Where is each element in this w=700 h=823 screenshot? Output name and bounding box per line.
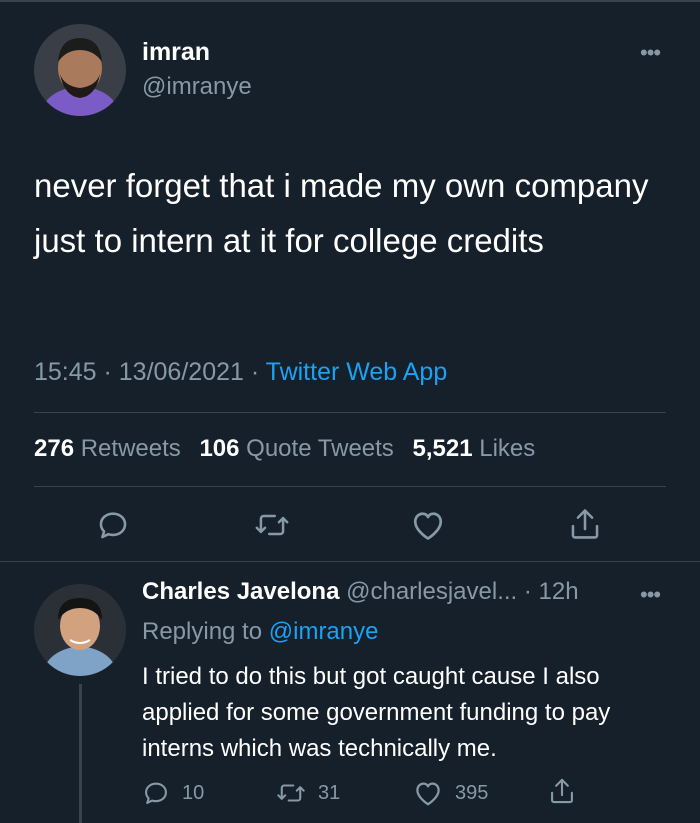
retweets-stat[interactable]: 276 Retweets (34, 435, 181, 462)
heart-icon[interactable] (410, 508, 446, 542)
reply-retweet-count: 31 (318, 781, 341, 804)
reply-retweet-button[interactable]: 31 (276, 779, 340, 807)
tweet-stats: 276 Retweets 106 Quote Tweets 5,521 Like… (34, 435, 547, 463)
replying-mention[interactable]: @imranye (269, 618, 379, 645)
divider (34, 412, 666, 413)
retweet-icon (277, 784, 305, 802)
retweets-label: Retweets (80, 435, 181, 462)
likes-stat[interactable]: 5,521 Likes (412, 435, 535, 462)
section-divider (0, 561, 700, 562)
likes-count: 5,521 (412, 435, 473, 462)
quotes-stat[interactable]: 106 Quote Tweets (199, 435, 393, 462)
tweet-timestamp[interactable]: 15:45 · 13/06/2021 · (34, 358, 259, 386)
reply-icon (145, 782, 167, 804)
quotes-count: 106 (199, 435, 240, 462)
reply-reply-button[interactable]: 10 (142, 779, 204, 807)
reply-age[interactable]: · 12h (524, 578, 579, 605)
reply-like-count: 395 (455, 781, 489, 804)
top-divider (0, 0, 700, 2)
reply-header: Charles Javelona @charlesjavel... · 12h (142, 578, 579, 606)
share-icon (551, 778, 573, 804)
heart-icon (416, 782, 440, 806)
retweets-count: 276 (34, 435, 75, 462)
avatar-charles[interactable] (34, 584, 126, 676)
author-name[interactable]: imran (142, 38, 210, 67)
quotes-label: Quote Tweets (246, 435, 394, 462)
replying-prefix: Replying to (142, 618, 263, 645)
replying-to: Replying to @imranye (142, 618, 378, 646)
reply-reply-count: 10 (182, 781, 205, 804)
reply-more-options-icon[interactable]: ••• (640, 584, 661, 606)
tweet-text: never forget that i made my own company … (34, 167, 649, 259)
thread-line (79, 684, 82, 823)
tweet-source[interactable]: Twitter Web App (266, 358, 448, 386)
avatar-imran[interactable] (34, 24, 126, 116)
author-handle[interactable]: @imranye (142, 73, 252, 101)
reply-author-name[interactable]: Charles Javelona (142, 578, 339, 605)
reply-like-button[interactable]: 395 (413, 779, 488, 807)
reply-text: I tried to do this but got caught cause … (142, 663, 611, 762)
divider (34, 486, 666, 487)
reply-icon[interactable] (96, 508, 130, 542)
retweet-icon[interactable] (254, 508, 290, 542)
reply-share-button[interactable] (548, 776, 588, 806)
more-options-icon[interactable]: ••• (640, 42, 661, 64)
likes-label: Likes (479, 435, 536, 462)
tweet-meta: 15:45 · 13/06/2021 · Twitter Web App (34, 358, 447, 387)
reply-author-handle[interactable]: @charlesjavel... (346, 578, 517, 605)
share-icon[interactable] (568, 506, 602, 542)
